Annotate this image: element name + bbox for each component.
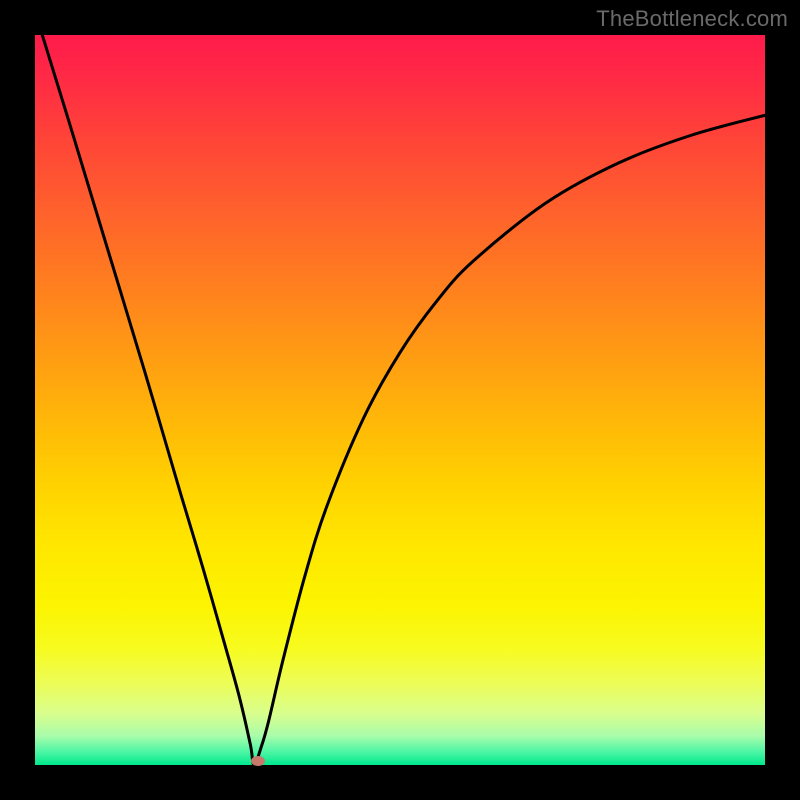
minimum-marker (251, 756, 265, 766)
plot-area (35, 35, 765, 765)
bottleneck-curve (35, 35, 765, 765)
chart-frame: TheBottleneck.com (0, 0, 800, 800)
watermark-text: TheBottleneck.com (596, 6, 788, 32)
